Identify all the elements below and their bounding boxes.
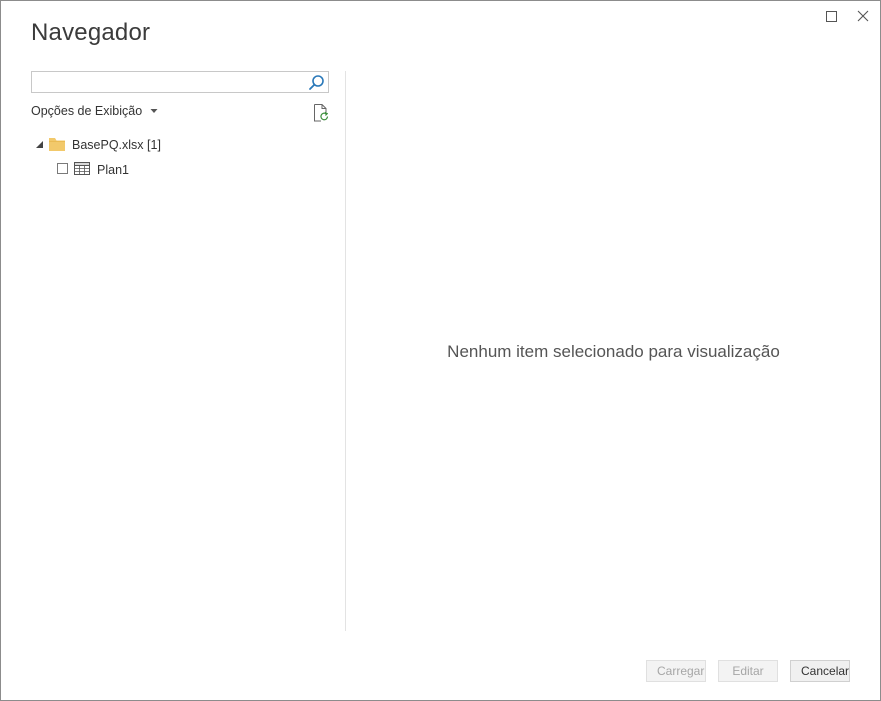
table-icon xyxy=(74,162,90,175)
sheet-checkbox[interactable] xyxy=(57,163,68,174)
tree-node-file[interactable]: BasePQ.xlsx [1] xyxy=(31,133,329,158)
tree-node-sheet[interactable]: Plan1 xyxy=(31,158,329,183)
search-input[interactable] xyxy=(32,72,310,92)
display-options-dropdown[interactable]: Opções de Exibição xyxy=(31,104,158,118)
dialog-title: Navegador xyxy=(31,19,151,46)
close-button[interactable] xyxy=(854,7,872,25)
navigator-tree: BasePQ.xlsx [1] Plan1 xyxy=(31,133,329,183)
load-button[interactable]: Carregar xyxy=(646,660,706,682)
window-controls xyxy=(822,7,872,25)
preview-empty-message: Nenhum item selecionado para visualizaçã… xyxy=(447,342,780,361)
search-icon[interactable] xyxy=(308,74,325,91)
display-options-label: Opções de Exibição xyxy=(31,104,143,118)
dialog-footer: Carregar Editar Cancelar xyxy=(646,660,850,682)
folder-icon xyxy=(49,138,65,151)
cancel-button[interactable]: Cancelar xyxy=(790,660,850,682)
expand-triangle-icon[interactable] xyxy=(36,141,43,148)
close-icon xyxy=(857,10,869,22)
navigator-pane: Opções de Exibição BasePQ.xlsx [1] Plan1 xyxy=(31,71,331,631)
file-label: BasePQ.xlsx [1] xyxy=(72,138,161,152)
search-box[interactable] xyxy=(31,71,329,93)
refresh-file-icon[interactable] xyxy=(313,104,329,122)
maximize-icon xyxy=(825,10,837,22)
edit-button[interactable]: Editar xyxy=(718,660,778,682)
maximize-button[interactable] xyxy=(822,7,840,25)
sheet-label: Plan1 xyxy=(97,163,129,177)
caret-down-icon xyxy=(150,109,158,113)
